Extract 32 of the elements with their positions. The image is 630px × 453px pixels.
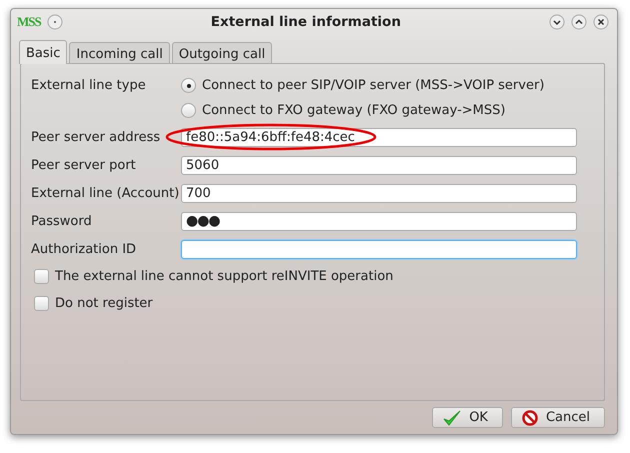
maximize-icon[interactable]	[571, 14, 587, 30]
window-menu-icon[interactable]	[46, 14, 63, 30]
checkbox-label[interactable]: Do not register	[55, 296, 153, 311]
radio-label[interactable]: Connect to FXO gateway (FXO gateway->MSS)	[202, 103, 506, 118]
field-label: External line type	[31, 77, 147, 95]
app-logo: MSS	[17, 14, 41, 30]
checkbox[interactable]	[34, 269, 49, 284]
radio-button[interactable]	[181, 103, 196, 118]
radio-button[interactable]	[181, 78, 196, 93]
checkbox-label[interactable]: The external line cannot support reINVITE operation	[55, 269, 394, 284]
radio-label[interactable]: Connect to peer SIP/VOIP server (MSS->VOIP server)	[202, 78, 544, 93]
field-label: Peer server port	[31, 157, 137, 175]
checkmark-icon	[443, 410, 462, 426]
ok-button[interactable]: OK	[432, 407, 503, 428]
tab[interactable]: Outgoing call	[172, 42, 272, 63]
input-field[interactable]	[181, 240, 577, 259]
close-icon[interactable]	[593, 14, 609, 30]
prohibited-icon	[522, 410, 538, 426]
tab[interactable]: Basic	[19, 40, 68, 64]
tab[interactable]: Incoming call	[69, 42, 170, 63]
input-field[interactable]: ●●●	[181, 212, 577, 231]
input-field[interactable]: 5060	[181, 156, 577, 175]
field-label: Password	[31, 213, 93, 231]
field-label: External line (Account)	[31, 185, 180, 203]
minimize-icon[interactable]	[549, 14, 565, 30]
input-field[interactable]: 700	[181, 184, 577, 203]
window-title: External line information	[210, 14, 402, 30]
cancel-button[interactable]: Cancel	[510, 407, 605, 428]
field-label: Authorization ID	[31, 241, 138, 259]
field-label: Peer server address	[31, 129, 162, 147]
checkbox[interactable]	[34, 296, 49, 311]
input-field[interactable]: fe80::5a94:6bff:fe48:4cec	[181, 128, 577, 147]
